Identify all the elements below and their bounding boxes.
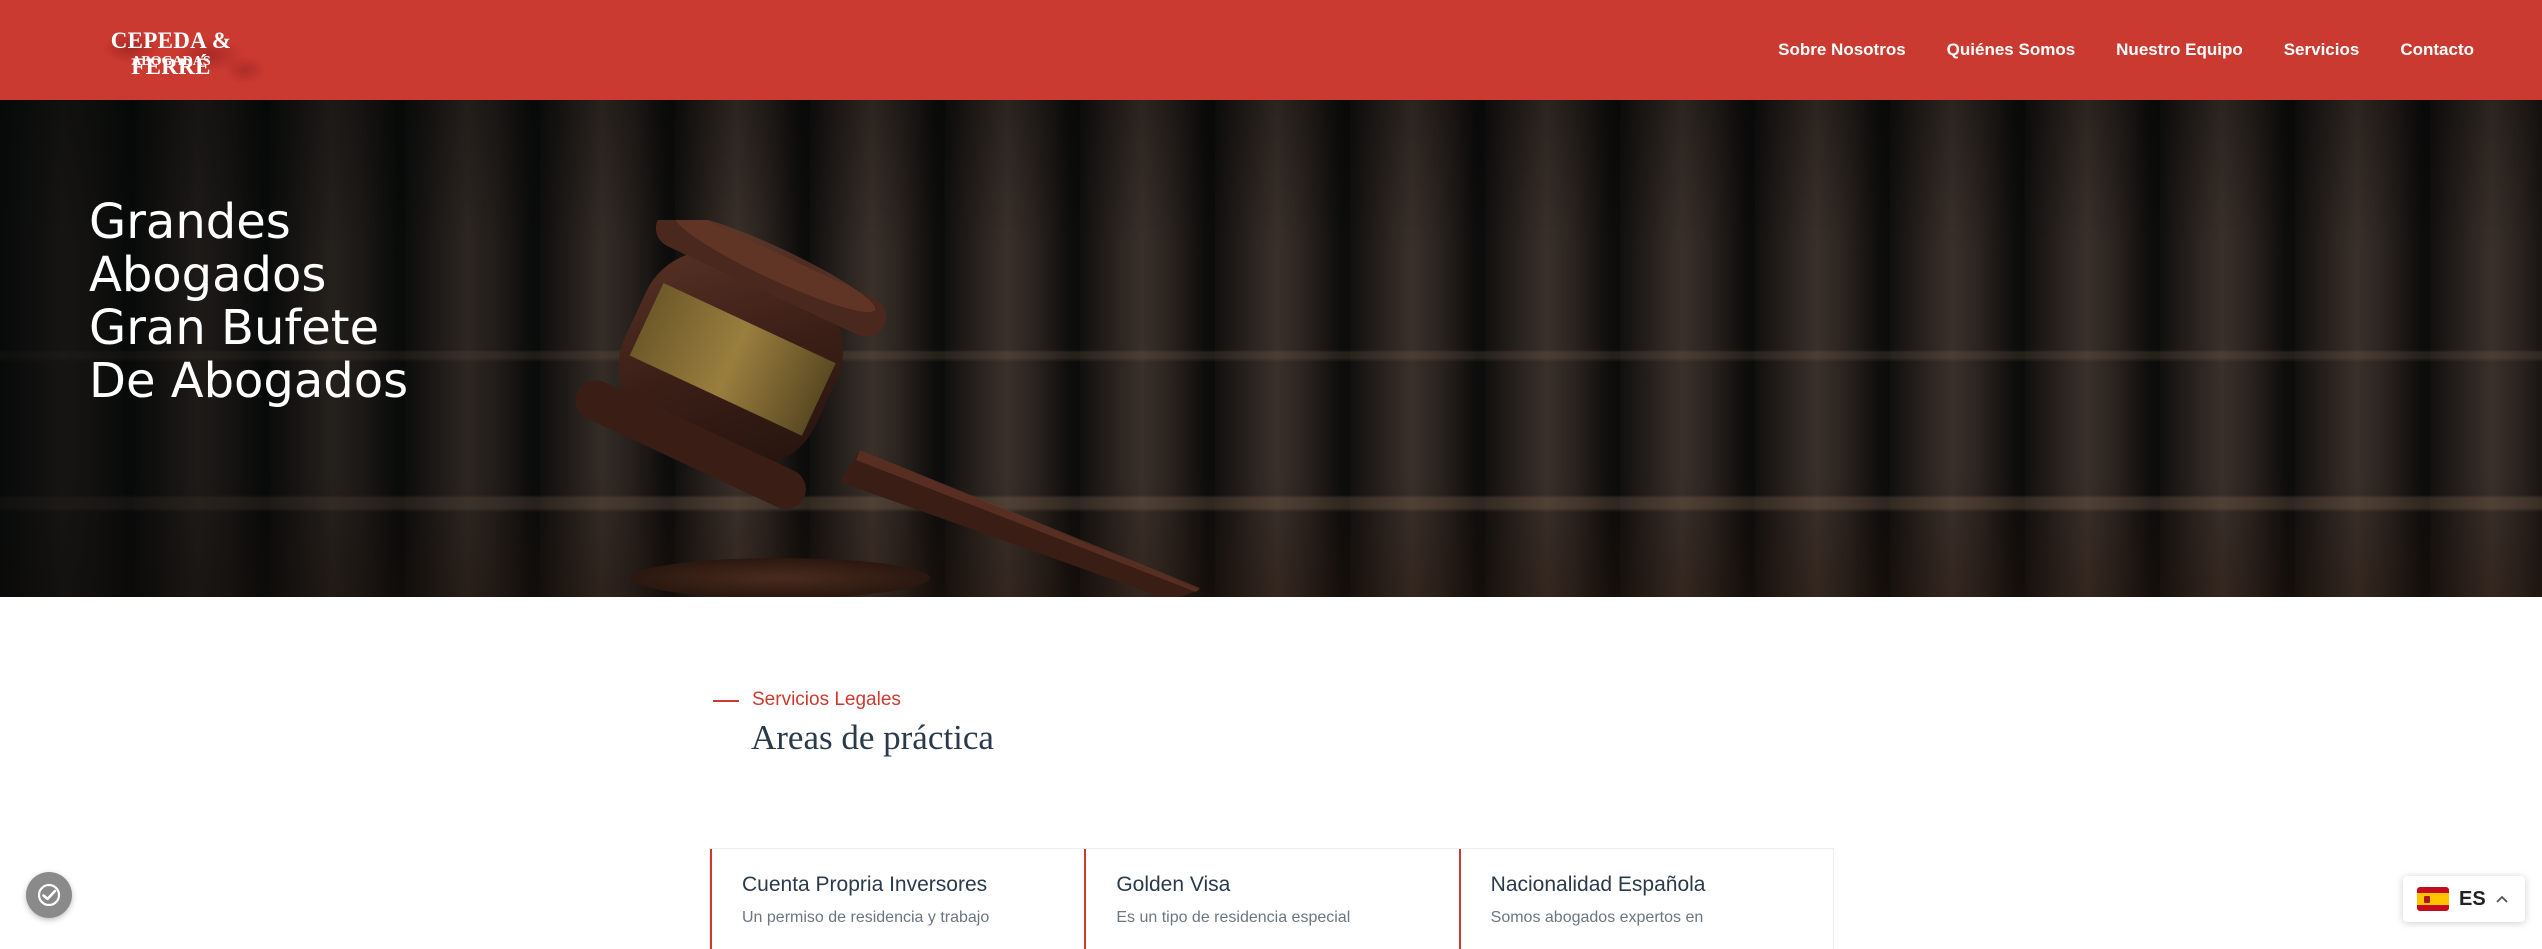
language-switcher[interactable]: ES xyxy=(2403,876,2525,922)
cookie-consent-button[interactable] xyxy=(26,872,72,918)
practice-card-golden-visa[interactable]: Golden Visa Es un tipo de residencia esp… xyxy=(1084,849,1458,949)
card-description: Somos abogados expertos en xyxy=(1490,909,1704,926)
chevron-up-icon xyxy=(2496,895,2508,903)
practice-card-nacionalidad[interactable]: Nacionalidad Española Somos abogados exp… xyxy=(1458,849,1833,949)
section-eyebrow: Servicios Legales xyxy=(752,689,901,710)
hero-title-line: Abogados xyxy=(89,247,327,303)
hero-banner: Grandes Abogados Gran Bufete De Abogados xyxy=(0,100,2542,597)
eyebrow-divider xyxy=(713,700,739,702)
site-header: CEPEDA & FERRÉ ABOGADAS Sobre Nosotros Q… xyxy=(0,0,2542,100)
main-nav: Sobre Nosotros Quiénes Somos Nuestro Equ… xyxy=(1778,0,2474,100)
cookie-check-icon xyxy=(37,883,61,907)
practice-cards: Cuenta Propria Inversores Un permiso de … xyxy=(709,848,1834,949)
language-code: ES xyxy=(2459,887,2486,910)
card-title: Golden Visa xyxy=(1116,873,1231,896)
nav-contacto[interactable]: Contacto xyxy=(2400,40,2474,60)
spain-flag-icon xyxy=(2417,887,2449,911)
hero-title-line: Grandes xyxy=(89,194,291,250)
card-title: Cuenta Propria Inversores xyxy=(742,873,988,896)
logo-subtitle: ABOGADAS xyxy=(131,54,211,69)
nav-servicios[interactable]: Servicios xyxy=(2284,40,2360,60)
section-title: Areas de práctica xyxy=(751,718,994,757)
card-title: Nacionalidad Española xyxy=(1490,873,1706,896)
practice-card-cuenta-propria[interactable]: Cuenta Propria Inversores Un permiso de … xyxy=(710,849,1084,949)
nav-sobre-nosotros[interactable]: Sobre Nosotros xyxy=(1778,40,1906,60)
hero-title-line: Gran Bufete xyxy=(89,300,380,356)
nav-quienes-somos[interactable]: Quiénes Somos xyxy=(1947,40,2075,60)
site-logo[interactable]: CEPEDA & FERRÉ ABOGADAS xyxy=(70,10,270,90)
card-description: Un permiso de residencia y trabajo xyxy=(742,909,990,926)
hero-title-line: De Abogados xyxy=(89,353,409,409)
nav-nuestro-equipo[interactable]: Nuestro Equipo xyxy=(2116,40,2243,60)
card-description: Es un tipo de residencia especial xyxy=(1116,909,1351,926)
hero-title: Grandes Abogados Gran Bufete De Abogados xyxy=(89,196,689,408)
